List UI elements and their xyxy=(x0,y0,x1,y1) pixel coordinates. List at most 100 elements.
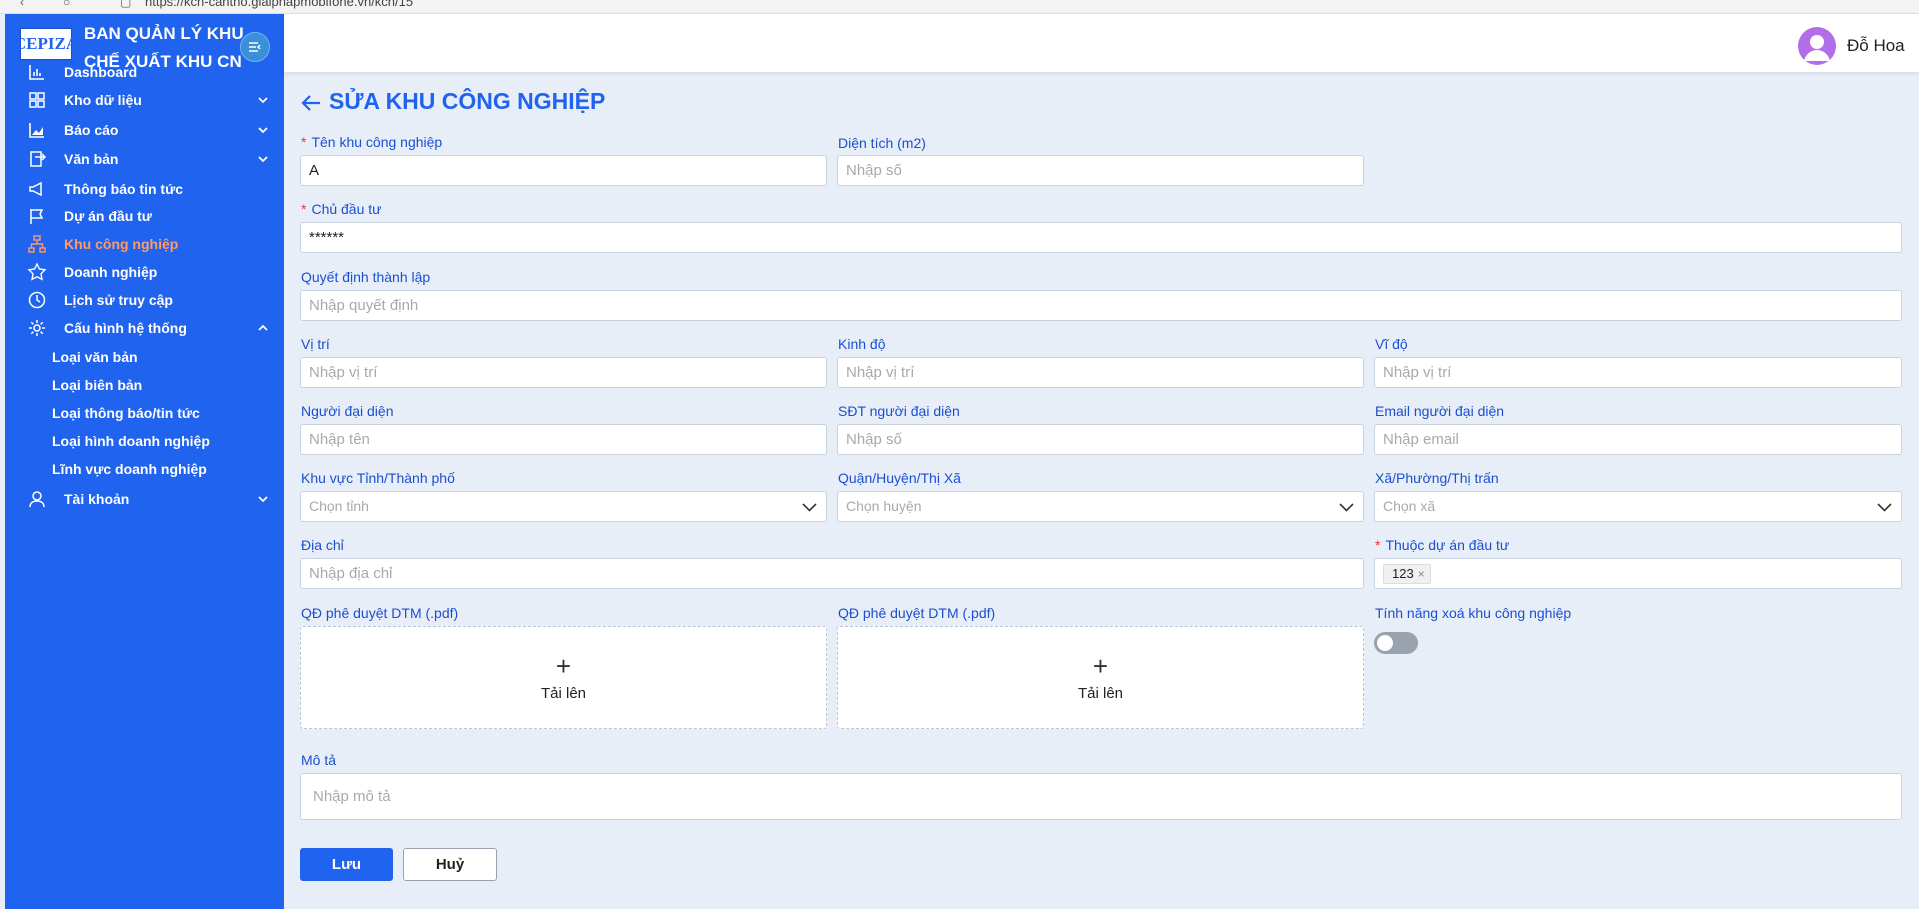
sidebar-item-bao-cao[interactable]: Báo cáo xyxy=(5,115,284,145)
sidebar: CEPIZA BAN QUẢN LÝ KHU CHẾ XUẤT KHU CN D… xyxy=(5,14,284,909)
chevron-down-icon xyxy=(258,97,268,104)
sidebar-item-thong-bao[interactable]: Thông báo tin tức xyxy=(5,174,284,204)
reload-icon[interactable]: ○ xyxy=(63,0,70,9)
sidebar-item-doanh-nghiep[interactable]: Doanh nghiệp xyxy=(5,257,284,287)
user-name[interactable]: Đỗ Hoa xyxy=(1847,36,1905,56)
sidebar-item-label: Báo cáo xyxy=(64,122,119,138)
sidebar-item-kho-du-lieu[interactable]: Kho dữ liệu xyxy=(5,85,284,115)
qd-dtm-2-label: QĐ phê duyệt DTM (.pdf) xyxy=(838,605,996,621)
top-header xyxy=(284,14,1919,72)
sidebar-subitem-label: Loại hình doanh nghiệp xyxy=(52,433,210,449)
sidebar-item-du-an[interactable]: Dự án đầu tư xyxy=(5,201,284,231)
delete-feature-toggle[interactable] xyxy=(1374,632,1418,654)
chevron-down-icon xyxy=(258,156,268,163)
chevron-down-icon xyxy=(802,503,817,512)
xa-label: Xã/Phường/Thị trấn xyxy=(1375,470,1499,486)
dia-chi-label: Địa chỉ xyxy=(301,537,344,553)
upload-label: Tải lên xyxy=(540,685,587,702)
clock-icon xyxy=(28,291,46,309)
sidebar-item-label: Lịch sử truy cập xyxy=(64,292,173,308)
sidebar-item-cau-hinh[interactable]: Cấu hình hệ thống xyxy=(5,313,284,343)
chart-icon xyxy=(29,65,44,80)
avatar[interactable] xyxy=(1798,27,1836,65)
tag-label: 123 xyxy=(1392,566,1414,581)
ten-kcn-input[interactable] xyxy=(300,155,827,186)
sidebar-item-khu-cong-nghiep[interactable]: Khu công nghiệp xyxy=(5,229,284,259)
close-icon[interactable]: × xyxy=(1418,565,1425,583)
tinh-nang-xoa-label: Tính năng xoá khu công nghiệp xyxy=(1375,605,1572,621)
sidebar-item-van-ban[interactable]: Văn bản xyxy=(5,144,284,174)
address-bar[interactable]: https://kcn-cantho.giaiphapmobifone.vn/k… xyxy=(145,0,413,9)
nguoi-dai-dien-label: Người đại diện xyxy=(301,403,394,419)
menu-fold-icon xyxy=(249,42,261,52)
ten-kcn-label: * Tên khu công nghiệp xyxy=(301,134,443,150)
arrow-left-icon[interactable] xyxy=(300,92,322,114)
sidebar-item-dashboard[interactable]: Dashboard xyxy=(5,57,284,87)
mo-ta-label: Mô tả xyxy=(301,752,337,768)
sidebar-item-label: Kho dữ liệu xyxy=(64,92,142,108)
back-nav-icon[interactable]: ‹ xyxy=(20,0,24,9)
required-marker: * xyxy=(1375,537,1381,553)
qd-dtm-1-upload[interactable]: + Tải lên xyxy=(300,626,827,729)
sidebar-item-label: Tài khoản xyxy=(64,491,130,507)
quyet-dinh-input[interactable] xyxy=(300,290,1902,321)
dia-chi-input[interactable] xyxy=(300,558,1364,589)
nguoi-dai-dien-input[interactable] xyxy=(300,424,827,455)
sidebar-subitem-label: Loại biên bản xyxy=(52,377,143,393)
megaphone-icon xyxy=(29,181,42,197)
email-input[interactable] xyxy=(1374,424,1902,455)
du-an-label: * Thuộc dự án đầu tư xyxy=(1375,537,1510,553)
plus-icon: + xyxy=(1092,651,1109,681)
page-title: SỬA KHU CÔNG NGHIỆP xyxy=(329,88,606,114)
plus-icon: + xyxy=(555,651,572,681)
qd-dtm-2-upload[interactable]: + Tải lên xyxy=(837,626,1364,729)
du-an-multiselect[interactable]: 123 × xyxy=(1374,558,1902,589)
sidebar-item-tai-khoan[interactable]: Tài khoản xyxy=(5,484,284,514)
brand-line-1: BAN QUẢN LÝ KHU xyxy=(84,24,244,43)
tinh-label: Khu vực Tỉnh/Thành phố xyxy=(301,470,455,486)
chevron-down-icon xyxy=(1877,503,1892,512)
sidebar-item-label: Cấu hình hệ thống xyxy=(64,320,187,336)
kinh-do-label: Kinh độ xyxy=(838,336,886,352)
grid-icon xyxy=(29,92,45,108)
xa-select[interactable]: Chọn xã xyxy=(1374,491,1902,522)
mo-ta-input[interactable] xyxy=(300,773,1902,820)
huyen-select[interactable]: Chọn huyện xyxy=(837,491,1364,522)
vi-do-input[interactable] xyxy=(1374,357,1902,388)
user-icon xyxy=(29,491,45,508)
required-marker: * xyxy=(301,134,307,150)
chevron-down-icon xyxy=(1339,503,1354,512)
browser-toolbar: ‹ ○ ▢ https://kcn-cantho.giaiphapmobifon… xyxy=(0,0,1919,14)
dien-tich-input[interactable] xyxy=(837,155,1364,186)
flag-icon xyxy=(30,209,44,224)
gear-icon xyxy=(29,320,45,336)
tinh-select[interactable]: Chọn tỉnh xyxy=(300,491,827,522)
selected-tag: 123 × xyxy=(1383,564,1431,584)
document-swap-icon xyxy=(30,151,47,167)
quyet-dinh-label: Quyết định thành lập xyxy=(301,269,431,285)
tinh-placeholder: Chọn tỉnh xyxy=(309,498,369,514)
org-tree-icon xyxy=(28,235,46,253)
kinh-do-input[interactable] xyxy=(837,357,1364,388)
sidebar-item-label: Thông báo tin tức xyxy=(64,181,184,197)
sdt-label: SĐT người đại diện xyxy=(838,403,960,419)
qd-dtm-1-label: QĐ phê duyệt DTM (.pdf) xyxy=(301,605,459,621)
user-avatar-icon xyxy=(1804,35,1830,61)
sdt-input[interactable] xyxy=(837,424,1364,455)
chevron-down-icon xyxy=(258,127,268,134)
chu-dau-tu-input[interactable] xyxy=(300,222,1902,253)
sidebar-item-label: Dự án đầu tư xyxy=(64,208,152,224)
cancel-button[interactable]: Huỷ xyxy=(403,848,497,881)
vi-tri-input[interactable] xyxy=(300,357,827,388)
required-marker: * xyxy=(301,201,307,217)
save-button[interactable]: Lưu xyxy=(300,848,393,881)
toggle-knob xyxy=(1377,635,1393,651)
vi-do-label: Vĩ độ xyxy=(1375,336,1408,352)
email-label: Email người đại diện xyxy=(1375,403,1505,419)
site-info-icon[interactable]: ▢ xyxy=(120,0,131,9)
sidebar-item-label: Văn bản xyxy=(64,151,119,167)
sidebar-subitem-label: Loại văn bản xyxy=(52,349,138,365)
sidebar-item-lich-su[interactable]: Lịch sử truy cập xyxy=(5,285,284,315)
area-chart-icon xyxy=(29,123,44,138)
vi-tri-label: Vị trí xyxy=(301,336,330,352)
